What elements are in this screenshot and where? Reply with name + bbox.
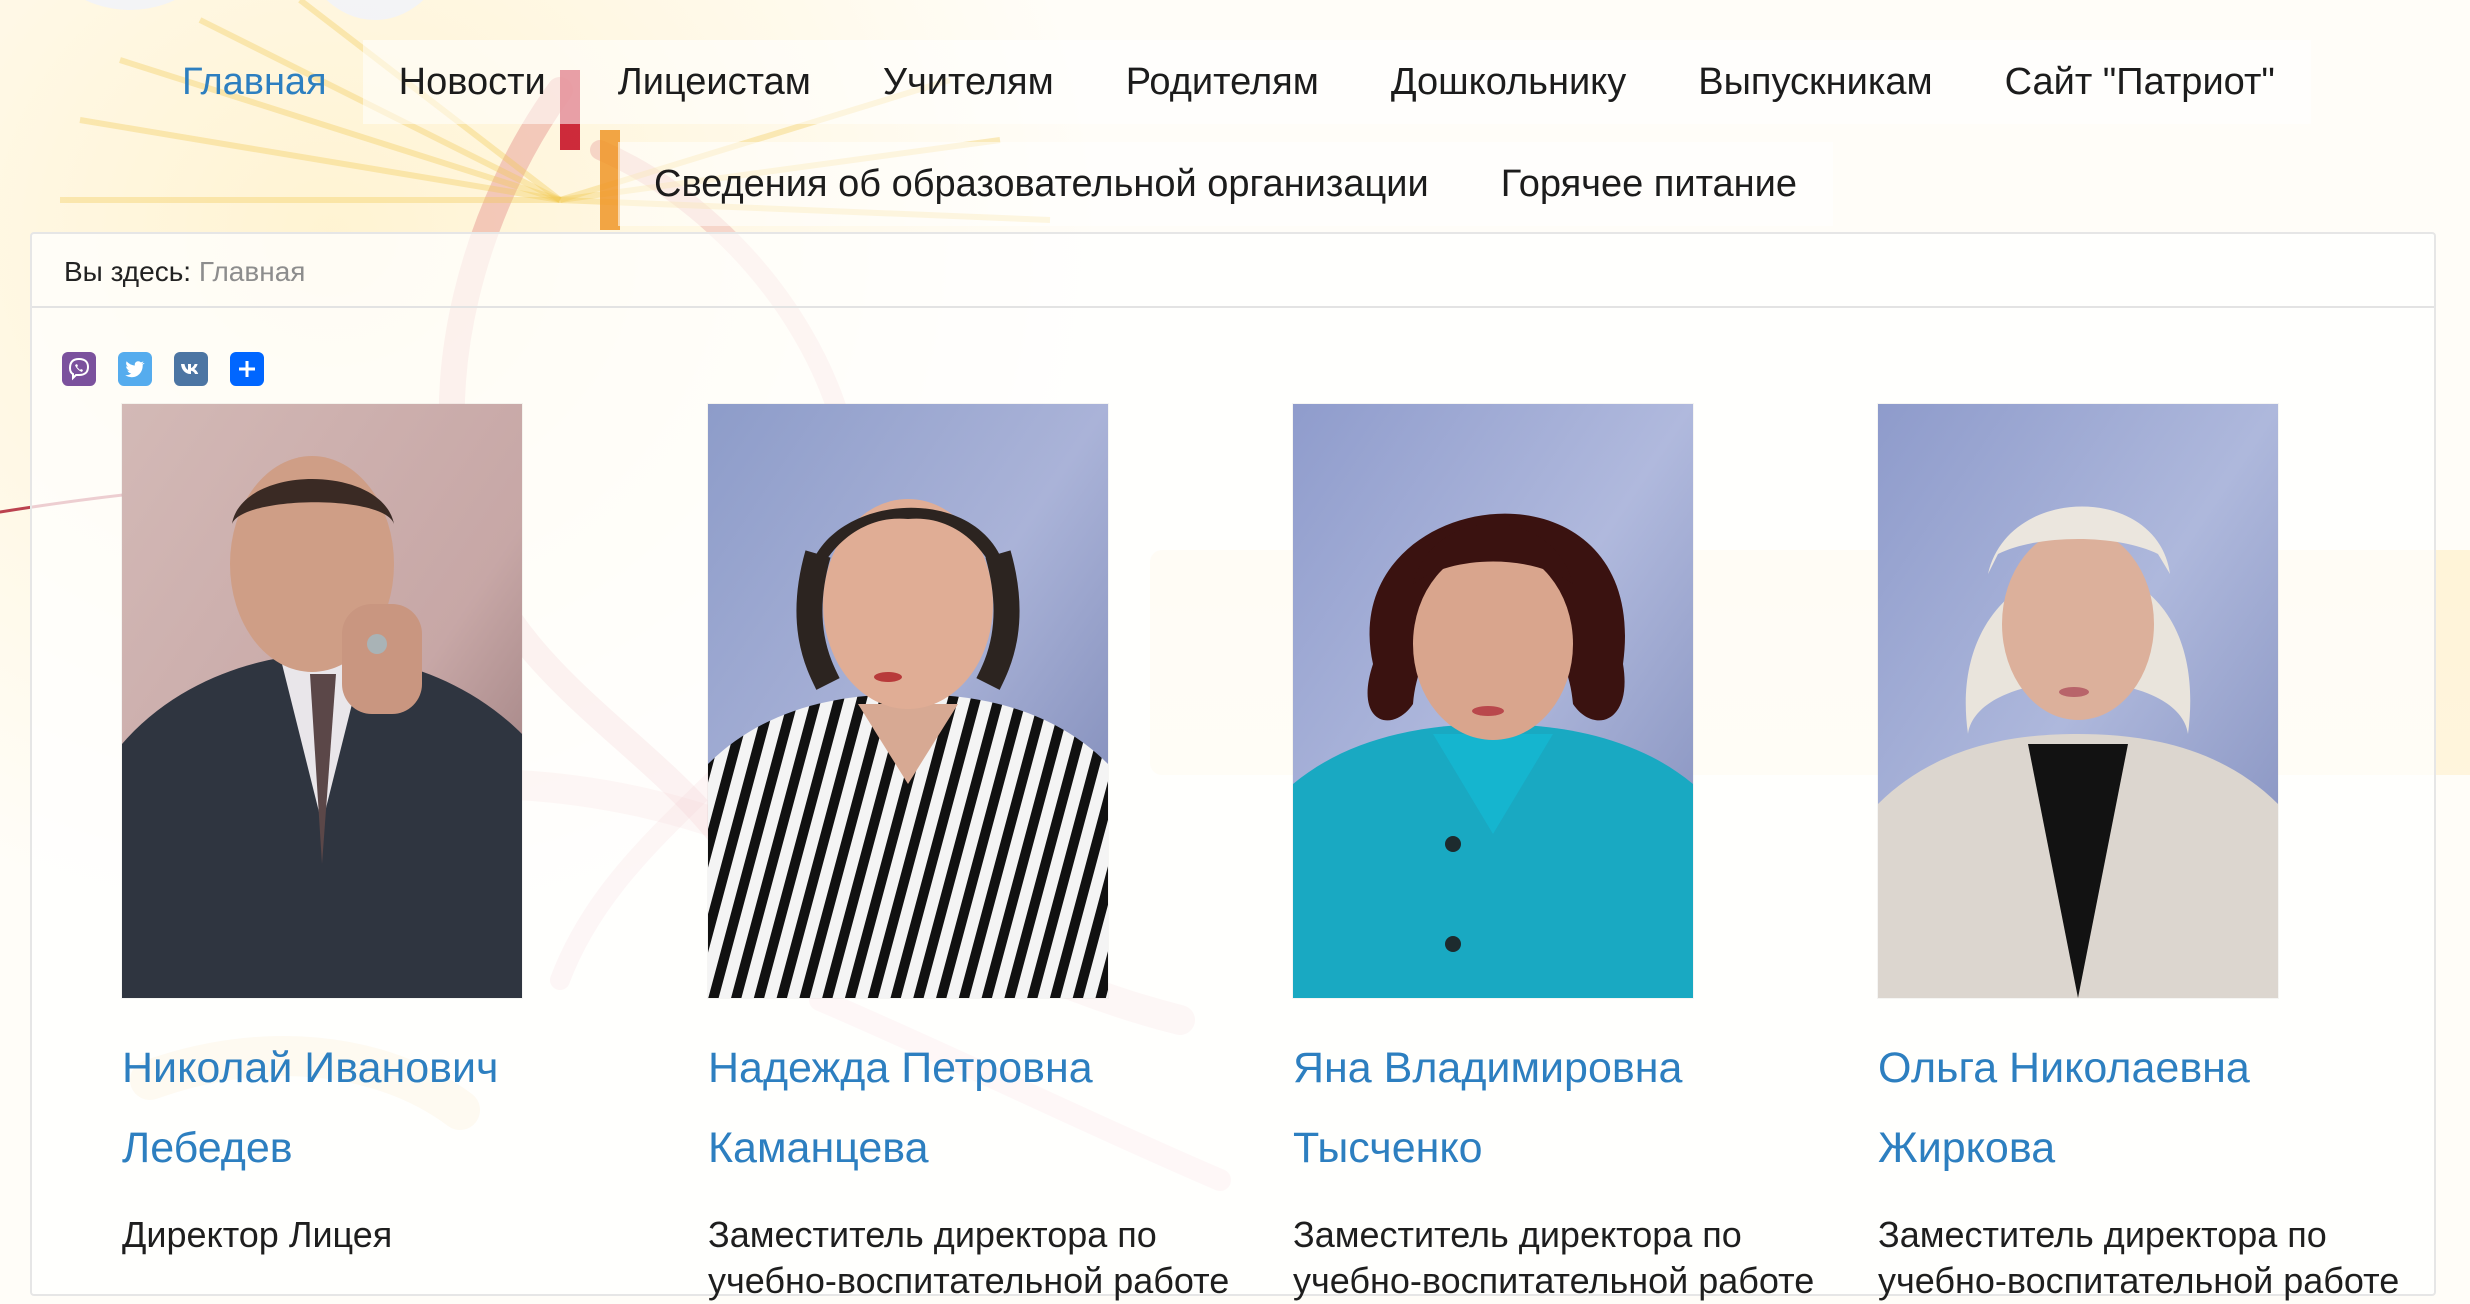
nav-row-primary: Главная Новости Лицеистам Учителям Родит… [146, 40, 2311, 124]
staff-last-name: Жиркова [1878, 1124, 2056, 1172]
staff-name[interactable]: Надежда Петровна Каманцева [708, 1028, 1228, 1188]
staff-first-names: Надежда Петровна [708, 1044, 1093, 1092]
staff-first-names: Николай Иванович [122, 1044, 499, 1092]
share-plus-icon[interactable] [230, 352, 264, 386]
staff-position: Директор Лицея [122, 1214, 393, 1255]
breadcrumb-divider [32, 306, 2434, 308]
nav-item-preschool[interactable]: Дошкольнику [1354, 40, 1663, 124]
nav-item-org-info[interactable]: Сведения об образовательной организации [618, 142, 1465, 226]
staff-photo-lebedev[interactable] [122, 404, 522, 998]
nav-item-graduates[interactable]: Выпускникам [1662, 40, 1969, 124]
viber-icon[interactable] [62, 352, 96, 386]
content-panel: Вы здесь: Главная Николай Иванович Лебед… [30, 232, 2436, 1301]
staff-name[interactable]: Ольга Николаевна Жиркова [1878, 1028, 2398, 1188]
breadcrumb-current[interactable]: Главная [199, 256, 306, 287]
breadcrumb: Вы здесь: Главная [64, 256, 305, 288]
nav-item-hot-meals[interactable]: Горячее питание [1464, 142, 1834, 226]
staff-list: Николай Иванович Лебедев Директор Лицея [92, 404, 2432, 1304]
staff-position: Заместитель директора по учебно-воспитат… [708, 1214, 1230, 1301]
nav-item-news[interactable]: Новости [362, 40, 582, 124]
share-toolbar [62, 352, 264, 386]
nav-item-parents[interactable]: Родителям [1089, 40, 1355, 124]
staff-first-names: Яна Владимировна [1293, 1044, 1683, 1092]
staff-last-name: Тысченко [1293, 1124, 1483, 1172]
nav-item-teachers[interactable]: Учителям [846, 40, 1090, 124]
staff-position: Заместитель директора по учебно-воспитат… [1293, 1214, 1815, 1301]
nav-item-patriot-site[interactable]: Сайт "Патриот" [1968, 40, 2311, 124]
staff-last-name: Лебедев [122, 1124, 293, 1172]
vk-icon[interactable] [174, 352, 208, 386]
staff-card: Яна Владимировна Тысченко Заместитель ди… [1293, 404, 1853, 1304]
staff-photo-zhirkova[interactable] [1878, 404, 2278, 998]
staff-photo-kamantseva[interactable] [708, 404, 1108, 998]
staff-name[interactable]: Николай Иванович Лебедев [122, 1028, 642, 1188]
staff-first-names: Ольга Николаевна [1878, 1044, 2250, 1092]
nav-item-students[interactable]: Лицеистам [581, 40, 847, 124]
nav-item-home[interactable]: Главная [146, 40, 363, 124]
staff-last-name: Каманцева [708, 1124, 929, 1172]
staff-card: Ольга Николаевна Жиркова Заместитель дир… [1878, 404, 2438, 1304]
twitter-icon[interactable] [118, 352, 152, 386]
staff-name[interactable]: Яна Владимировна Тысченко [1293, 1028, 1813, 1188]
staff-card: Николай Иванович Лебедев Директор Лицея [122, 404, 682, 1258]
breadcrumb-prefix: Вы здесь: [64, 256, 192, 287]
staff-photo-tyschenko[interactable] [1293, 404, 1693, 998]
nav-row-secondary: Сведения об образовательной организации … [618, 142, 1834, 226]
staff-card: Надежда Петровна Каманцева Заместитель д… [708, 404, 1268, 1304]
staff-position: Заместитель директора по учебно-воспитат… [1878, 1214, 2400, 1301]
